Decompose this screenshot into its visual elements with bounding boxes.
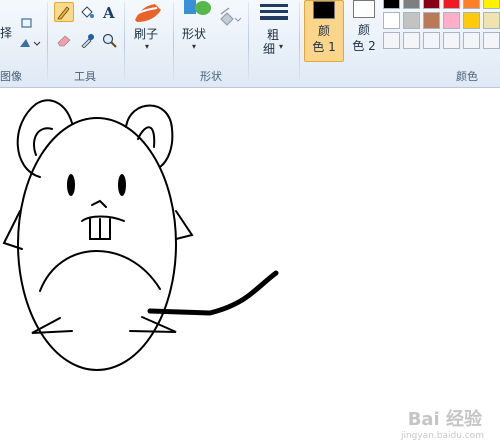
color1-button[interactable]: 颜 色 1 [304,0,344,62]
text-icon: A [102,4,115,20]
pencil-icon [57,6,70,20]
ribbon: 择 图像 A 工具 刷子 ▾ 形状 ▾ 形状 粗 细 ▾ 颜 色 1 颜 色 2… [0,0,500,88]
shapes-button-label: 形状 [182,27,207,41]
palette-swatch[interactable] [423,32,440,49]
palette-swatch[interactable] [423,0,440,9]
palette-swatch[interactable] [403,0,420,9]
color2-swatch [353,0,375,18]
shapes-group-label: 形状 [200,70,222,83]
color-picker-tool[interactable] [77,30,97,50]
image-group-label: 图像 [0,70,22,83]
palette-swatch[interactable] [403,32,420,49]
left-eye [67,174,75,196]
left-ear [16,99,73,178]
right-foot [129,316,177,333]
colors-group-label: 颜色 [456,70,478,83]
palette-swatch[interactable] [463,12,480,29]
nose [91,199,107,208]
watermark-logo: Bai 经验 [407,409,482,430]
separator [299,2,300,84]
watermark-subtext: jingyan.baidu.com [400,431,484,441]
pencil-tool[interactable] [54,2,74,22]
separator [248,2,249,84]
palette-swatch[interactable] [483,32,500,49]
eyedropper-icon [81,34,94,48]
palette-swatch[interactable] [463,32,480,49]
palette-swatch[interactable] [423,12,440,29]
outline-icon[interactable] [219,0,237,15]
shapes-icon [184,0,211,15]
eraser-icon [57,35,71,47]
mouth [81,215,125,222]
color2-label-line1: 颜 [357,23,370,37]
palette-swatch[interactable] [443,0,460,9]
separator [173,2,174,84]
mouse-drawing [2,99,279,371]
color1-swatch [313,1,335,19]
text-tool[interactable]: A [99,2,119,22]
palette-swatch[interactable] [443,32,460,49]
right-ear [125,104,174,168]
palette-swatch[interactable] [383,12,400,29]
select-label[interactable]: 择 [0,24,12,41]
brush-button[interactable]: 刷子 ▾ [128,0,170,62]
palette-swatch[interactable] [383,32,400,49]
line-size-icon [260,4,288,20]
belly [39,250,161,292]
palette-swatch[interactable] [403,12,420,29]
palette-swatch[interactable] [443,12,460,29]
color2-label-line2: 色 2 [352,39,376,53]
palette-swatch[interactable] [463,0,480,9]
chevron-down-icon: ▾ [145,42,150,51]
brush-icon [135,4,161,22]
size-label-line2: 细 [263,42,276,56]
shapes-button[interactable]: 形状 ▾ [178,0,216,62]
right-arm [175,210,194,240]
fill-tool[interactable] [77,2,97,22]
chevron-down-icon: ▾ [279,42,284,51]
separator [47,2,48,84]
palette-swatch[interactable] [483,0,500,9]
eraser-tool[interactable] [54,30,74,50]
magnifier-icon [102,33,117,48]
color1-label-line2: 色 1 [312,40,336,54]
size-button[interactable]: 粗 细 ▾ [254,0,294,62]
rotate-icon[interactable] [18,34,42,47]
magnifier-tool[interactable] [99,30,119,50]
brush-label: 刷子 [134,27,159,41]
crop-icon[interactable] [20,14,34,28]
separator [124,2,125,84]
color2-button[interactable]: 颜 色 2 [344,0,384,62]
chevron-down-icon: ▾ [192,42,197,51]
right-eye [118,174,126,196]
color1-label-line1: 颜 [317,24,330,38]
fill-bucket-icon [81,6,94,18]
palette-swatch[interactable] [483,12,500,29]
tools-group-label: 工具 [74,70,96,83]
fill-shape-icon[interactable] [219,11,242,27]
palette-swatch[interactable] [383,0,400,9]
svg-text:A: A [102,4,115,20]
drawing-canvas[interactable]: Bai 经验 jingyan.baidu.com [0,89,500,443]
left-foot [31,317,73,334]
